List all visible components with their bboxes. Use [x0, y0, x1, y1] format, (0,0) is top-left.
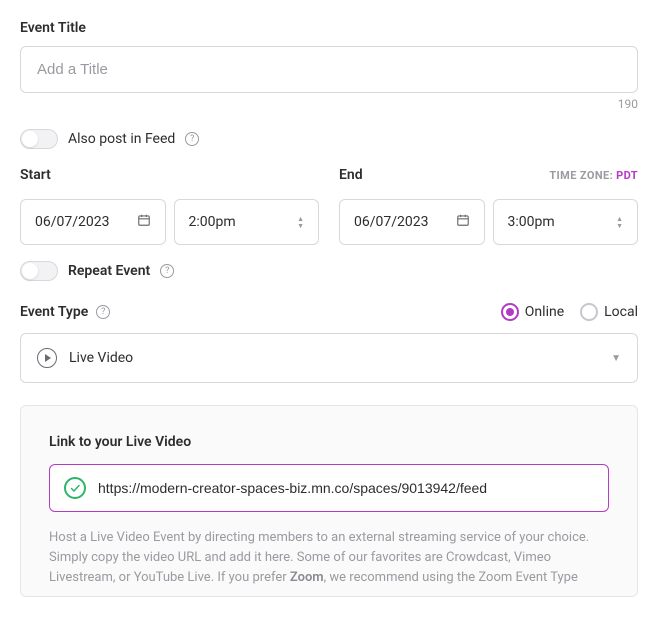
- radio-local[interactable]: Local: [580, 303, 638, 321]
- live-video-url-input[interactable]: [98, 480, 594, 496]
- radio-icon: [501, 303, 519, 321]
- feed-toggle[interactable]: [20, 129, 58, 149]
- repeat-toggle-row: Repeat Event ?: [20, 261, 638, 281]
- end-time-value: 3:00pm: [508, 214, 555, 230]
- timezone-value[interactable]: PDT: [616, 169, 638, 182]
- feed-toggle-row: Also post in Feed ?: [20, 129, 638, 149]
- repeat-toggle-label: Repeat Event: [68, 263, 150, 279]
- live-video-panel: Link to your Live Video Host a Live Vide…: [20, 405, 638, 597]
- help-icon[interactable]: ?: [185, 132, 199, 146]
- live-video-label: Link to your Live Video: [49, 434, 609, 450]
- start-time-picker[interactable]: 2:00pm ▲▼: [174, 199, 320, 245]
- play-circle-icon: [37, 348, 57, 368]
- event-type-radio-group: Online Local: [501, 303, 638, 321]
- event-type-label: Event Type: [20, 304, 88, 320]
- live-video-help-text: Host a Live Video Event by directing mem…: [49, 528, 609, 588]
- radio-online-label: Online: [525, 304, 564, 320]
- check-circle-icon: [64, 477, 86, 499]
- stepper-icon: ▲▼: [297, 216, 304, 229]
- help-icon[interactable]: ?: [96, 305, 110, 319]
- timezone-label: TIME ZONE:: [549, 169, 613, 182]
- feed-toggle-label: Also post in Feed: [68, 131, 175, 147]
- radio-local-label: Local: [604, 304, 638, 320]
- start-time-value: 2:00pm: [189, 214, 236, 230]
- live-video-input-wrap[interactable]: [49, 464, 609, 512]
- event-title-label: Event Title: [20, 20, 638, 36]
- end-date-value: 06/07/2023: [354, 214, 429, 230]
- event-type-select[interactable]: Live Video ▼: [20, 333, 638, 383]
- radio-online[interactable]: Online: [501, 303, 564, 321]
- start-date-value: 06/07/2023: [35, 214, 110, 230]
- chevron-down-icon: ▼: [611, 353, 621, 364]
- end-time-picker[interactable]: 3:00pm ▲▼: [493, 199, 639, 245]
- radio-icon: [580, 303, 598, 321]
- start-label: Start: [20, 167, 319, 183]
- stepper-icon: ▲▼: [616, 216, 623, 229]
- calendar-icon: [456, 213, 470, 231]
- help-icon[interactable]: ?: [160, 264, 174, 278]
- event-title-input[interactable]: [20, 46, 638, 93]
- start-date-picker[interactable]: 06/07/2023: [20, 199, 166, 245]
- event-type-select-value: Live Video: [69, 350, 133, 366]
- end-date-picker[interactable]: 06/07/2023: [339, 199, 485, 245]
- repeat-toggle[interactable]: [20, 261, 58, 281]
- calendar-icon: [137, 213, 151, 231]
- char-counter: 190: [20, 97, 638, 111]
